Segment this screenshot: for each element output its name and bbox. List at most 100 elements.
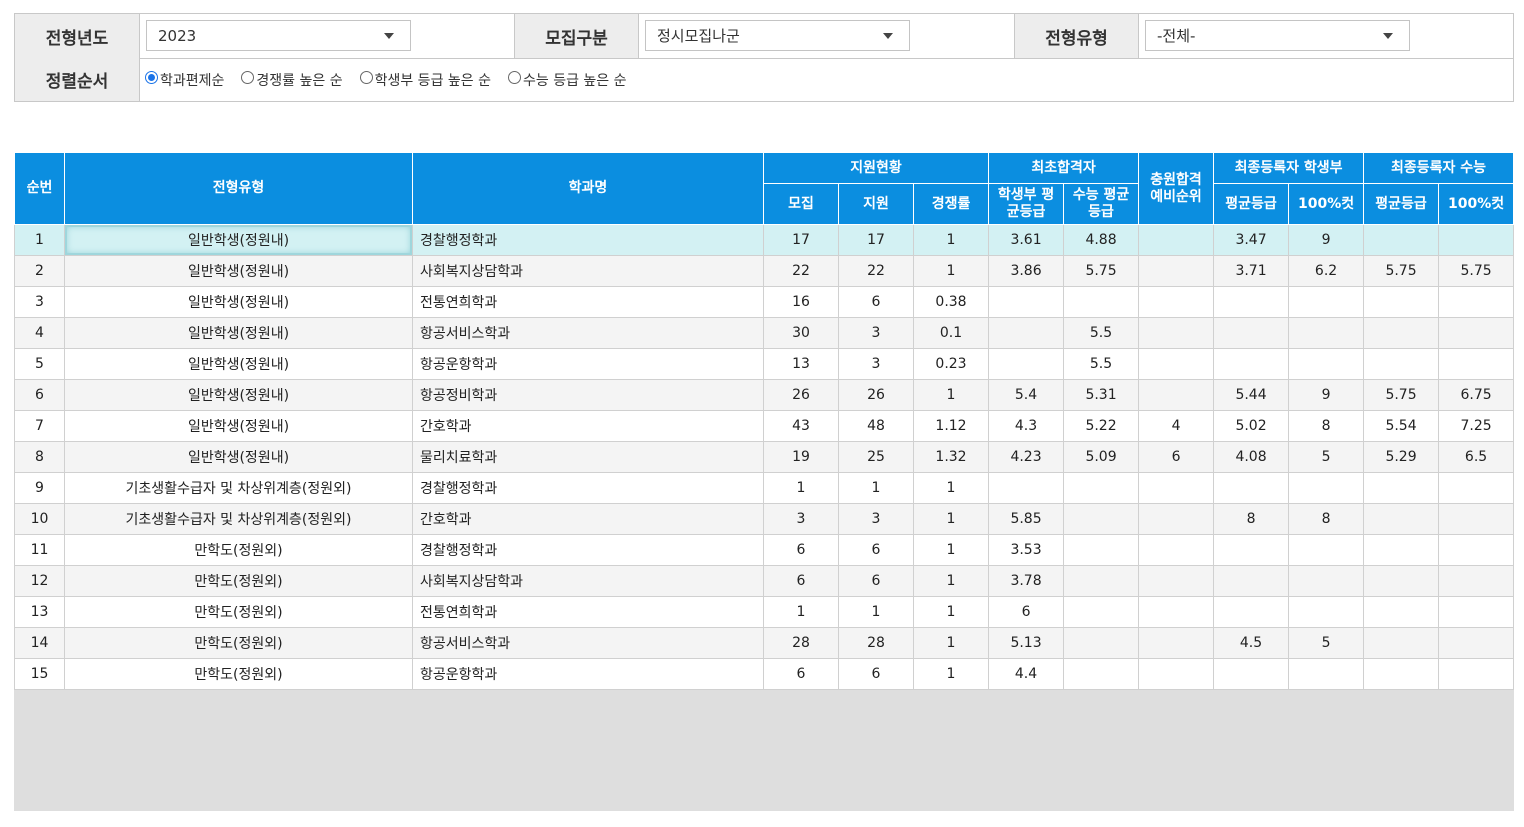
table-row[interactable]: 9 기초생활수급자 및 차상위계층(정원외) 경찰행정학과 1 1 1 [14,472,1515,504]
table-body: 1 일반학생(정원내) 경찰행정학과 17 17 1 3.61 4.88 3.47 9 2 일반학생(… [14,224,1515,690]
radio-button[interactable] [507,71,521,84]
sort-option-label: 학과편제순 [160,72,225,89]
cell-final-gpa-cut [1288,658,1365,690]
cell-final-csat-avg [1363,224,1440,256]
cell-waitlist [1138,472,1215,504]
radio-button[interactable] [145,71,158,84]
table-row[interactable]: 11 만학도(정원외) 경찰행정학과 6 6 1 3.53 [14,534,1515,566]
type-select[interactable]: -전체- [1145,20,1410,51]
table-row[interactable]: 1 일반학생(정원내) 경찰행정학과 17 17 1 3.61 4.88 3.47 9 [14,224,1515,256]
table-row[interactable]: 15 만학도(정원외) 항공운항학과 6 6 1 4.4 [14,658,1515,690]
cell-type: 일반학생(정원내) [64,286,413,318]
cell-final-csat-cut [1438,503,1515,535]
radio-button[interactable] [241,71,255,84]
cell-type: 일반학생(정원내) [64,441,413,473]
cell-applied: 26 [838,379,914,411]
cell-first-csat [1063,627,1140,659]
col-header-applied: 지원 [838,183,914,225]
cell-final-gpa-avg: 8 [1213,503,1290,535]
sort-option[interactable]: 학생부 등급 높은 순 [359,70,491,90]
radio-button[interactable] [359,71,373,84]
cell-final-gpa-cut [1288,565,1365,597]
cell-first-gpa [988,286,1065,318]
table-row[interactable]: 8 일반학생(정원내) 물리치료학과 19 25 1.32 4.23 5.09 6 4.08 5 5.… [14,441,1515,473]
filter-panel: 전형년도 2023 모집구분 정시모집나군 전형유형 -전체- 정렬순서 학과편… [14,13,1514,102]
cell-final-gpa-avg [1213,472,1290,504]
cell-final-csat-cut [1438,224,1515,256]
recruit-select[interactable]: 정시모집나군 [645,20,910,51]
cell-dept: 사회복지상담학과 [412,255,764,287]
cell-final-csat-cut [1438,658,1515,690]
table-row[interactable]: 3 일반학생(정원내) 전통연희학과 16 6 0.38 [14,286,1515,318]
filter-row-sort: 정렬순서 학과편제순 경쟁률 높은 순 학생부 등급 높은 순 수능 등급 높은 순 [15,58,1513,101]
cell-type: 일반학생(정원내) [64,410,413,442]
cell-type: 만학도(정원외) [64,658,413,690]
table-row[interactable]: 13 만학도(정원외) 전통연희학과 1 1 1 6 [14,596,1515,628]
cell-final-csat-cut [1438,565,1515,597]
cell-final-csat-cut: 7.25 [1438,410,1515,442]
col-header-recruit: 모집 [763,183,839,225]
table-row[interactable]: 7 일반학생(정원내) 간호학과 43 48 1.12 4.3 5.22 4 5.02 8 5.54 7… [14,410,1515,442]
cell-no: 1 [14,224,65,256]
cell-applied: 3 [838,348,914,380]
cell-ratio: 1 [912,472,990,504]
cell-final-gpa-cut [1288,596,1365,628]
table-row[interactable]: 5 일반학생(정원내) 항공운항학과 13 3 0.23 5.5 [14,348,1515,380]
cell-final-gpa-avg [1213,348,1290,380]
table-row[interactable]: 14 만학도(정원외) 항공서비스학과 28 28 1 5.13 4.5 5 [14,627,1515,659]
sort-option[interactable]: 학과편제순 [145,70,224,90]
cell-first-gpa: 5.4 [988,379,1065,411]
table-row[interactable]: 6 일반학생(정원내) 항공정비학과 26 26 1 5.4 5.31 5.44 9 5.75 6.7… [14,379,1515,411]
sort-option[interactable]: 수능 등급 높은 순 [507,70,627,90]
cell-final-csat-avg [1363,534,1440,566]
cell-waitlist [1138,596,1215,628]
cell-ratio: 1 [912,596,990,628]
cell-applied: 6 [838,286,914,318]
cell-waitlist: 6 [1138,441,1215,473]
cell-waitlist [1138,286,1215,318]
cell-first-gpa: 4.3 [988,410,1065,442]
cell-ratio: 0.38 [912,286,990,318]
cell-first-csat [1063,503,1140,535]
cell-no: 10 [14,503,65,535]
cell-dept: 경찰행정학과 [412,534,764,566]
results-table-area: 순번 전형유형 학과명 지원현황 최초합격자 충원합격 예비순위 최종등록자 학… [14,152,1515,811]
sort-option-label: 학생부 등급 높은 순 [374,72,491,89]
table-row[interactable]: 2 일반학생(정원내) 사회복지상담학과 22 22 1 3.86 5.75 3.71 6.2 5.… [14,255,1515,287]
col-group-final-csat: 최종등록자 수능 [1363,152,1515,184]
cell-final-csat-cut [1438,286,1515,318]
cell-no: 12 [14,565,65,597]
cell-waitlist [1138,534,1215,566]
cell-ratio: 0.1 [912,317,990,349]
cell-recruit: 28 [763,627,839,659]
cell-final-gpa-cut: 9 [1288,379,1365,411]
col-header-final-csat-avg: 평균등급 [1363,183,1440,225]
cell-recruit: 6 [763,658,839,690]
sort-radio-group: 학과편제순 경쟁률 높은 순 학생부 등급 높은 순 수능 등급 높은 순 [145,58,644,101]
cell-first-csat: 5.22 [1063,410,1140,442]
cell-final-gpa-cut: 8 [1288,410,1365,442]
cell-ratio: 1.12 [912,410,990,442]
cell-first-gpa: 3.86 [988,255,1065,287]
cell-first-csat: 5.5 [1063,317,1140,349]
table-row[interactable]: 12 만학도(정원외) 사회복지상담학과 6 6 1 3.78 [14,565,1515,597]
cell-final-csat-cut [1438,627,1515,659]
cell-type: 일반학생(정원내) [64,317,413,349]
cell-final-gpa-avg: 5.44 [1213,379,1290,411]
cell-waitlist [1138,317,1215,349]
cell-recruit: 1 [763,472,839,504]
col-header-ratio: 경쟁률 [912,183,990,225]
table-row[interactable]: 10 기초생활수급자 및 차상위계층(정원외) 간호학과 3 3 1 5.85 8 8 [14,503,1515,535]
cell-final-gpa-avg: 5.02 [1213,410,1290,442]
year-select[interactable]: 2023 [146,20,411,51]
cell-waitlist [1138,379,1215,411]
sort-option[interactable]: 경쟁률 높은 순 [241,70,343,90]
cell-final-gpa-cut: 5 [1288,441,1365,473]
table-row[interactable]: 4 일반학생(정원내) 항공서비스학과 30 3 0.1 5.5 [14,317,1515,349]
cell-applied: 17 [838,224,914,256]
recruit-select-value: 정시모집나군 [657,27,740,45]
col-header-first-csat: 수능 평균등급 [1063,183,1140,225]
cell-no: 2 [14,255,65,287]
filter-row-top: 전형년도 2023 모집구분 정시모집나군 전형유형 -전체- [15,14,1513,59]
sort-label: 정렬순서 [15,58,140,101]
